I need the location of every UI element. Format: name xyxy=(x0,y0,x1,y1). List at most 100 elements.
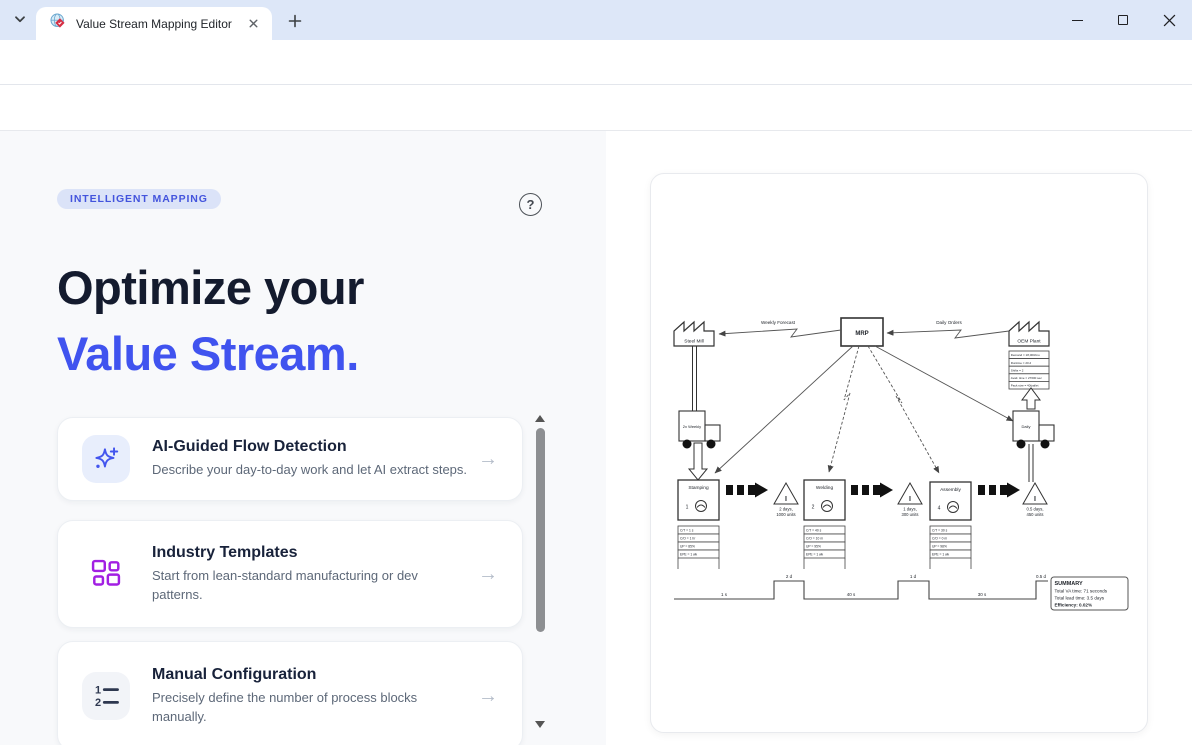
inventory-2: I 1 days, 300 units xyxy=(898,483,922,517)
oem-row: Shifts = 2 xyxy=(1011,368,1024,372)
push-arrow xyxy=(726,483,768,498)
card-title: Industry Templates xyxy=(152,544,470,562)
arrow-right-icon: → xyxy=(478,563,498,586)
mrp-to-stamping-arrow xyxy=(715,346,853,473)
daily-orders-arrow: Daily Orders xyxy=(887,320,1009,338)
truck-right: Daily xyxy=(1013,411,1054,449)
timeline-label: 1 d xyxy=(910,574,917,579)
oem-row: Demand = 18,000/mo xyxy=(1011,353,1040,357)
tab-title: Value Stream Mapping Editor xyxy=(76,17,245,31)
inventory-1: I 2 days, 1000 units xyxy=(774,483,798,517)
browser-tab[interactable]: Value Stream Mapping Editor xyxy=(36,7,272,40)
inventory-line2: 1000 units xyxy=(776,512,795,517)
summary-va: Total VA time: 71 seconds xyxy=(1055,589,1108,594)
vsm-preview-card: Steel Mill OEM Plant MRP Weekly Forecast xyxy=(650,173,1148,733)
favicon-icon xyxy=(50,13,66,34)
oem-row: Pack size = 40/pallet xyxy=(1011,384,1039,388)
timeline-label: 1 s xyxy=(721,592,728,597)
list-digit-1: 1 xyxy=(95,684,101,696)
process-name: Stamping xyxy=(688,485,709,491)
push-arrow xyxy=(851,483,893,498)
inventory-line2: 450 units xyxy=(1027,512,1044,517)
timeline-ladder xyxy=(674,581,1048,599)
push-arrow xyxy=(978,483,1020,498)
help-button[interactable]: ? xyxy=(519,193,542,216)
data-box-stamping: C/T = 1 s C/O = 1 hr UP = 85% EPE = 1 wk xyxy=(678,526,719,569)
card-title: Manual Configuration xyxy=(152,666,470,684)
scroll-down-arrow-icon[interactable] xyxy=(535,721,545,728)
arrow-right-icon: → xyxy=(478,685,498,708)
process-name: Assembly xyxy=(940,487,961,493)
card-description: Start from lean-standard manufacturing o… xyxy=(152,567,444,605)
inventory-line1: 0.5 days, xyxy=(1027,507,1044,512)
data-row: C/T = 30 s xyxy=(932,529,948,533)
factory-oem-plant: OEM Plant xyxy=(1009,322,1049,346)
page-title-line2: Value Stream. xyxy=(57,321,364,387)
data-row: EPE = 1 wk xyxy=(680,553,697,557)
minimize-button[interactable] xyxy=(1054,0,1100,40)
truck-left-label: 2x Weekly xyxy=(683,424,701,429)
data-row: UP = 95% xyxy=(806,545,821,549)
oem-row: Runtime = 20 d xyxy=(1011,361,1032,365)
weekly-forecast-arrow: Weekly Forecast xyxy=(719,320,841,337)
page-title-line1: Optimize your xyxy=(57,255,364,321)
svg-text:I: I xyxy=(909,496,911,503)
plus-icon xyxy=(287,13,303,29)
data-row: C/O = 1 hr xyxy=(680,537,696,541)
new-tab-button[interactable] xyxy=(284,10,306,32)
operator-count: 2 xyxy=(812,505,815,511)
window-controls xyxy=(1054,0,1192,40)
tab-close-button[interactable] xyxy=(245,15,262,32)
summary-box: SUMMARY Total VA time: 71 seconds Total … xyxy=(1051,577,1128,610)
arrow-right-icon: → xyxy=(478,448,498,471)
oem-plant-label: OEM Plant xyxy=(1017,339,1041,345)
card-description: Describe your day-to-day work and let AI… xyxy=(152,461,470,480)
close-icon xyxy=(1163,14,1176,27)
inventory-3: I 0.5 days, 450 units xyxy=(1023,483,1047,517)
cards-scrollbar[interactable] xyxy=(532,410,549,733)
mrp-to-welding-arrow xyxy=(829,346,859,472)
oem-row: Avail. time = 27600 sec xyxy=(1011,376,1043,380)
data-row: C/T = 1 s xyxy=(680,529,694,533)
factory-steel-mill: Steel Mill xyxy=(674,322,714,346)
data-row: C/O = 0 m xyxy=(932,537,947,541)
app-header: Value Stream Mapping Editor Powered by V… xyxy=(0,85,1192,131)
close-icon xyxy=(246,16,261,31)
sparkle-icon xyxy=(82,435,130,483)
vsm-diagram: Steel Mill OEM Plant MRP Weekly Forecast xyxy=(651,174,1148,733)
scroll-up-arrow-icon[interactable] xyxy=(535,415,545,422)
chevron-down-icon xyxy=(12,11,28,32)
card-title: AI-Guided Flow Detection xyxy=(152,438,470,456)
block-arrow-down xyxy=(689,443,707,480)
card-description: Precisely define the number of process b… xyxy=(152,689,444,727)
process-assembly: Assembly 4 xyxy=(930,482,971,520)
process-welding: Welding 2 xyxy=(804,480,845,520)
tab-search-button[interactable] xyxy=(8,9,32,33)
option-card-manual-configuration[interactable]: 1 2 Manual Configuration Precisely defin… xyxy=(57,641,523,745)
main-content: INTELLIGENT MAPPING ? Optimize your Valu… xyxy=(0,131,1192,745)
inventory-line1: 2 days, xyxy=(779,507,793,512)
list-digit-2: 2 xyxy=(95,697,101,709)
data-row: EPE = 1 wk xyxy=(932,553,949,557)
operator-count: 4 xyxy=(938,506,941,512)
close-window-button[interactable] xyxy=(1146,0,1192,40)
mrp-to-assembly-arrow xyxy=(868,346,939,473)
svg-text:I: I xyxy=(785,496,787,503)
truck-right-label: Daily xyxy=(1022,424,1031,429)
option-card-ai-guided[interactable]: AI-Guided Flow Detection Describe your d… xyxy=(57,417,523,501)
steel-mill-pipe xyxy=(693,346,697,411)
data-row: UP = 98% xyxy=(932,545,947,549)
browser-window: Value Stream Mapping Editor xyxy=(0,0,1192,745)
summary-lead: Total lead time: 3.5 days xyxy=(1055,596,1105,601)
summary-efficiency: Efficiency: 0.02% xyxy=(1055,603,1093,608)
timeline-label: 40 s xyxy=(847,592,856,597)
shipping-pipe xyxy=(1029,444,1033,482)
block-arrow-up xyxy=(1022,388,1040,409)
scrollbar-thumb[interactable] xyxy=(536,428,545,632)
maximize-button[interactable] xyxy=(1100,0,1146,40)
daily-orders-label: Daily Orders xyxy=(936,320,962,325)
option-card-industry-templates[interactable]: Industry Templates Start from lean-stand… xyxy=(57,520,523,628)
mrp-to-shipping-arrow xyxy=(875,346,1013,421)
weekly-forecast-label: Weekly Forecast xyxy=(761,320,796,325)
mrp-box: MRP xyxy=(841,318,883,346)
